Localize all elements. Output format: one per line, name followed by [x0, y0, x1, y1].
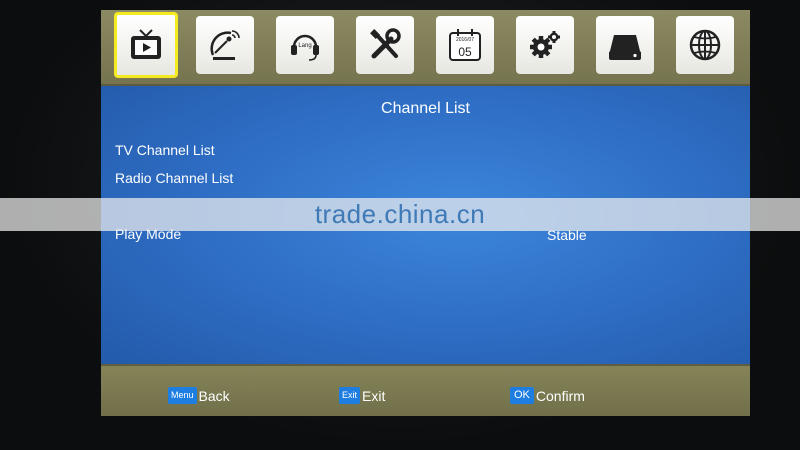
svg-text:05: 05 [458, 45, 472, 59]
hint-back[interactable]: Menu Back [168, 387, 230, 404]
page-title: Channel List [381, 100, 470, 117]
tv-icon [131, 29, 161, 59]
exit-key: Exit [339, 387, 361, 404]
menu-item-radio-channel-list[interactable]: Radio Channel List [115, 170, 233, 186]
menu-tab-system[interactable] [516, 16, 574, 74]
svg-text:2016/07: 2016/07 [456, 37, 474, 43]
menu-tab-tv[interactable] [114, 12, 178, 78]
menu-tab-storage[interactable] [596, 16, 654, 74]
main-menu-bar: Lang 2016/07 05 [101, 10, 750, 86]
storage-drive-icon [609, 35, 641, 60]
hint-label-back: Back [198, 387, 230, 404]
hint-label-exit: Exit [362, 387, 386, 404]
menu-tab-timer[interactable]: 2016/07 05 [436, 16, 494, 74]
svg-text:Lang: Lang [298, 43, 311, 49]
menu-tab-installation[interactable] [196, 16, 254, 74]
satellite-dish-icon [210, 30, 240, 60]
gears-icon [530, 31, 560, 58]
calendar-icon: 2016/07 05 [449, 29, 481, 61]
menu-item-tv-channel-list[interactable]: TV Channel List [115, 142, 215, 158]
menu-tab-language[interactable]: Lang [276, 16, 334, 74]
menu-tab-tools[interactable] [356, 16, 414, 74]
tools-icon [370, 28, 401, 59]
hint-confirm[interactable]: OK Confirm [510, 387, 585, 404]
footer-hint-bar: Menu Back Exit Exit OK Confirm [101, 364, 750, 416]
watermark-banner: trade.china.cn [0, 198, 800, 231]
hint-label-confirm: Confirm [535, 387, 585, 404]
menu-key: Menu [168, 387, 197, 404]
language-headset-icon: Lang [291, 34, 319, 61]
hint-exit[interactable]: Exit Exit [339, 387, 385, 404]
menu-tab-network[interactable] [676, 16, 734, 74]
globe-icon [689, 29, 721, 61]
ok-key: OK [510, 387, 534, 404]
